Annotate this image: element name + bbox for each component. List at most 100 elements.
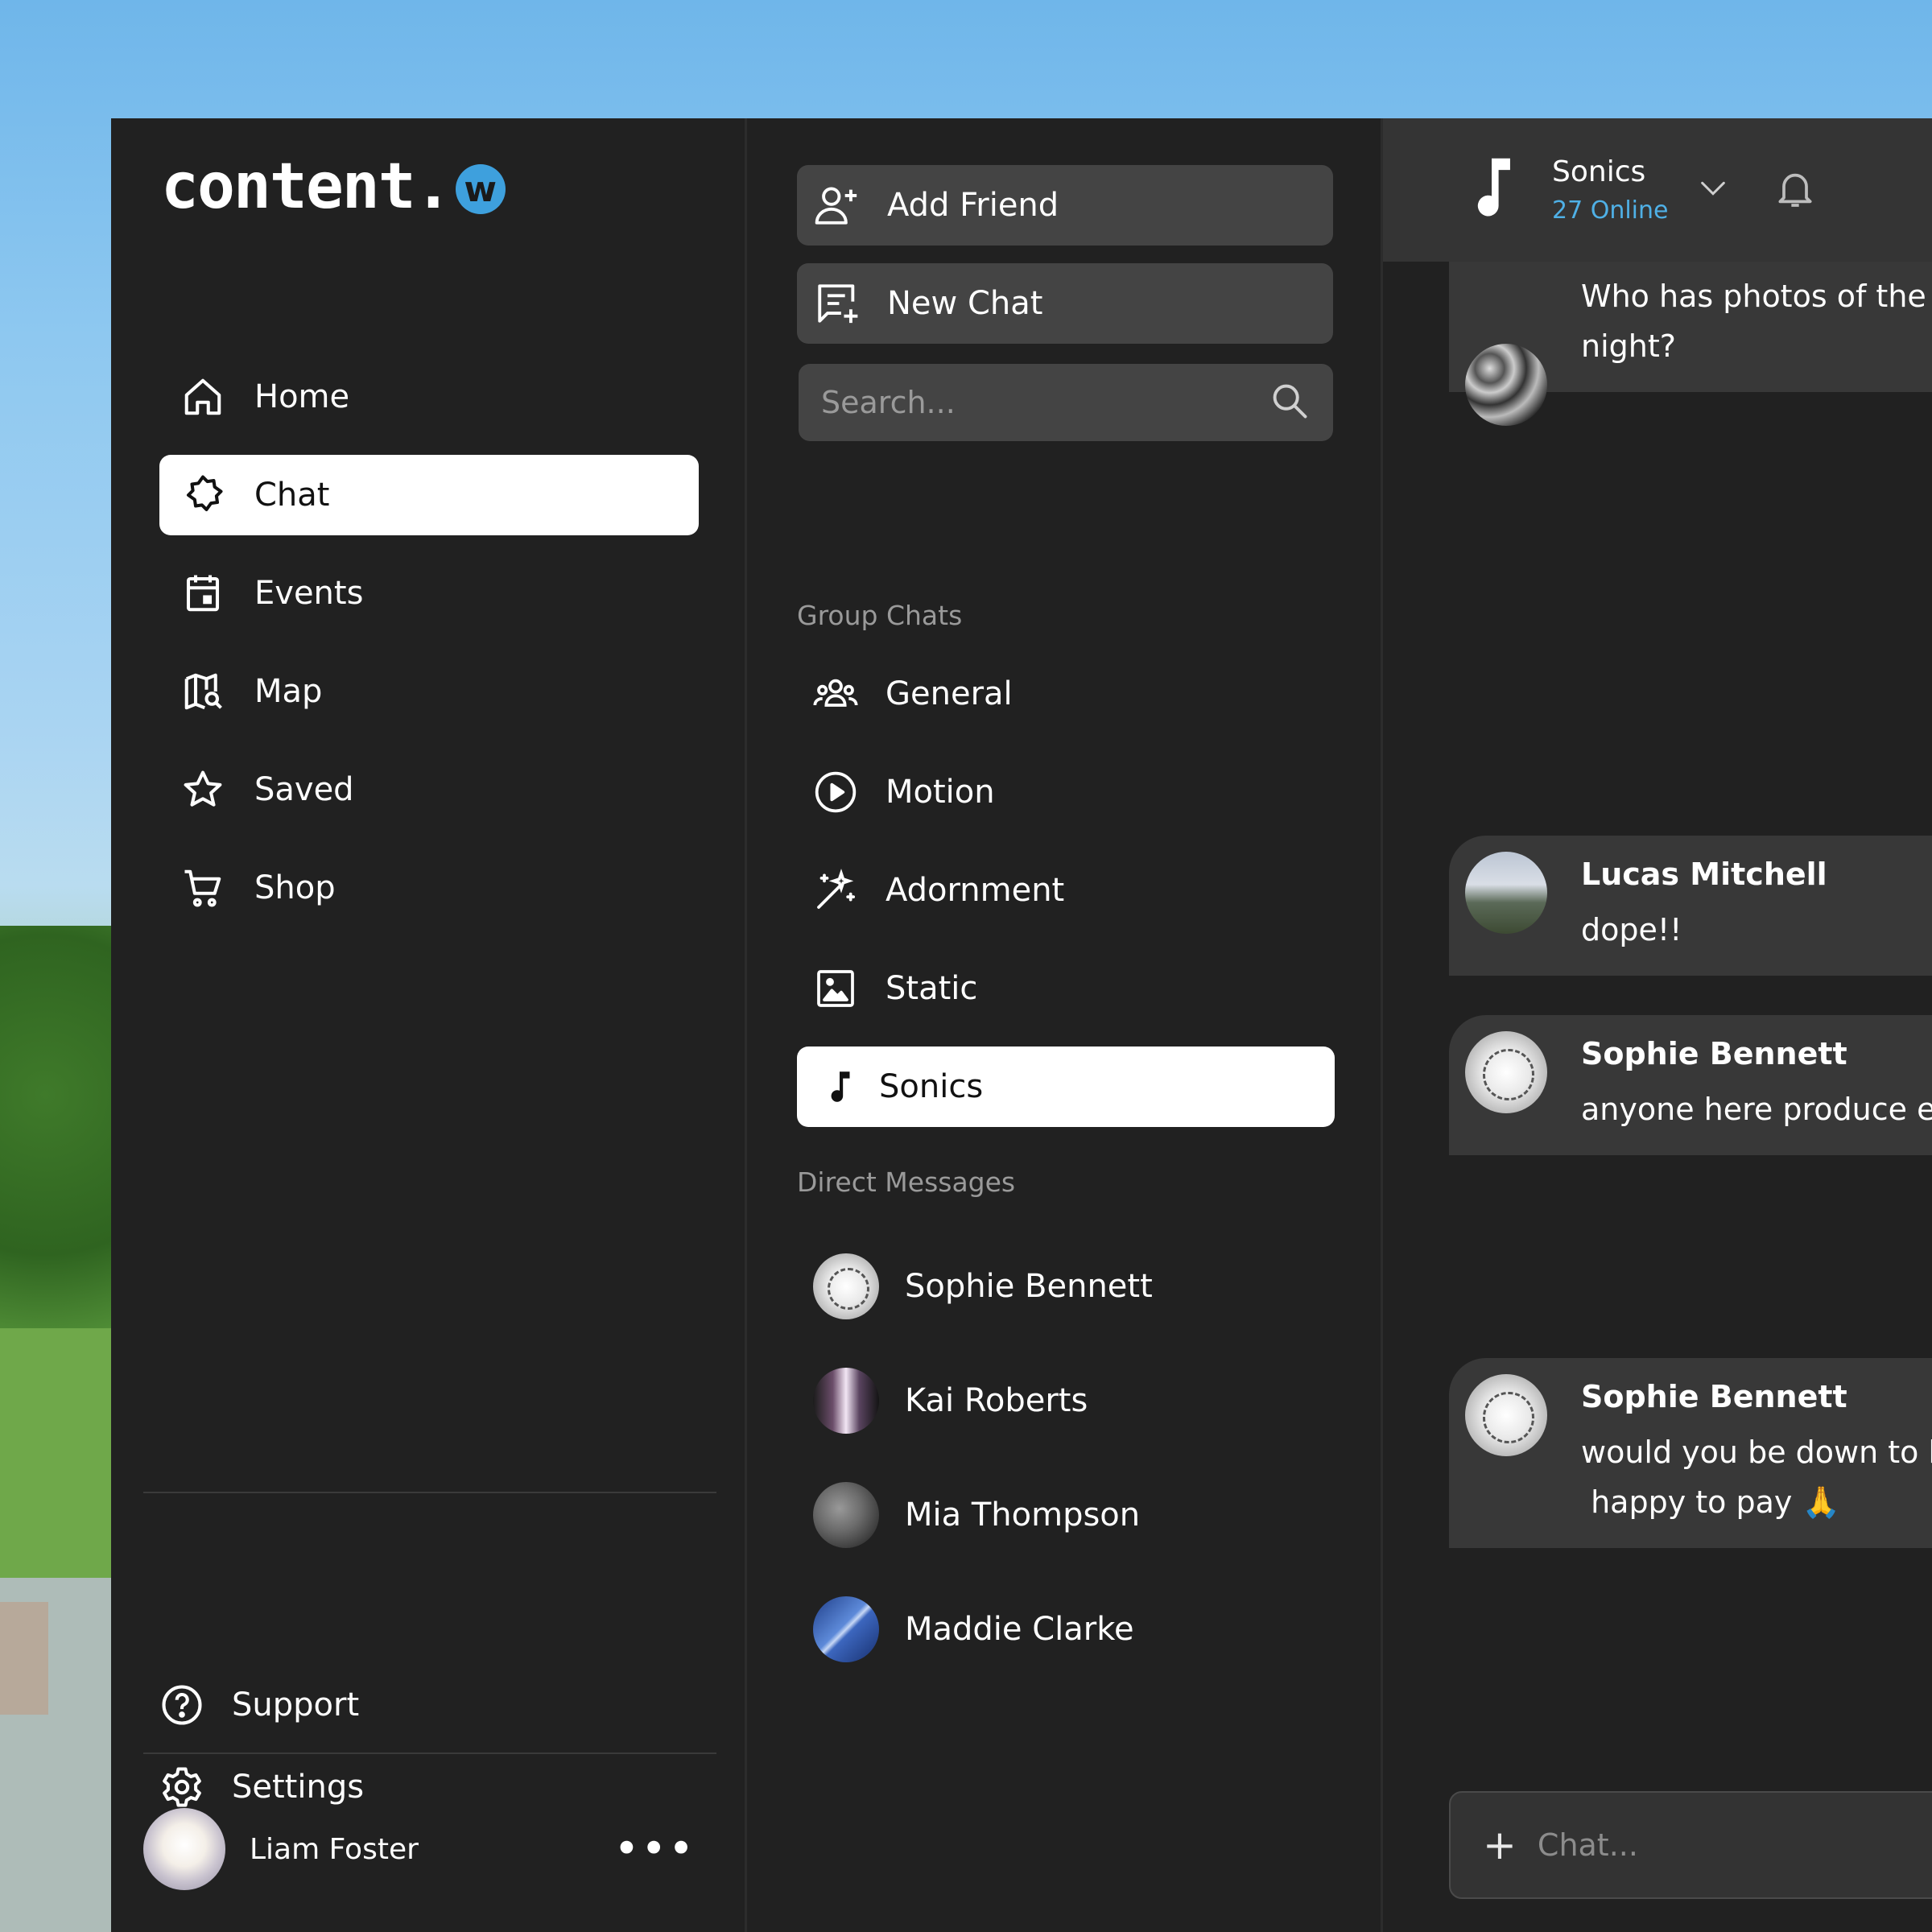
- brand-name: content.: [161, 151, 452, 223]
- search-icon[interactable]: [1269, 380, 1311, 425]
- sidebar-item-saved[interactable]: Saved: [159, 749, 699, 830]
- help-circle-icon: [159, 1682, 204, 1728]
- chat-panel: Who has photos of the h night? Sonics 27…: [1383, 118, 1932, 1932]
- dm-item-sophie-bennett[interactable]: Sophie Bennett: [797, 1229, 1335, 1344]
- chevron-down-icon[interactable]: [1697, 172, 1729, 208]
- bell-icon[interactable]: [1773, 164, 1818, 216]
- group-chat-general[interactable]: General: [797, 654, 1335, 734]
- search-input[interactable]: [821, 385, 1269, 420]
- sidebar-item-events[interactable]: Events: [159, 553, 699, 634]
- avatar: [813, 1596, 879, 1662]
- brand-logo[interactable]: content. w: [161, 151, 506, 223]
- group-chats-heading: Group Chats: [797, 600, 963, 631]
- music-note-icon: [819, 1063, 860, 1111]
- chat-header: Sonics 27 Online: [1383, 118, 1932, 262]
- sidebar-item-label: Shop: [254, 869, 336, 906]
- main-nav: Home Chat Events Map Saved Shop: [159, 357, 699, 946]
- chat-input[interactable]: [1537, 1827, 1932, 1863]
- sidebar-item-map[interactable]: Map: [159, 651, 699, 732]
- dm-name: Kai Roberts: [905, 1382, 1088, 1419]
- group-chat-static[interactable]: Static: [797, 948, 1335, 1029]
- sidebar-divider: [143, 1492, 716, 1493]
- direct-messages-heading: Direct Messages: [797, 1166, 1016, 1198]
- sidebar-item-shop[interactable]: Shop: [159, 848, 699, 928]
- dm-item-kai-roberts[interactable]: Kai Roberts: [797, 1344, 1335, 1458]
- new-chat-button[interactable]: New Chat: [797, 263, 1333, 344]
- group-chat-label: Motion: [886, 774, 995, 811]
- dm-item-maddie-clarke[interactable]: Maddie Clarke: [797, 1572, 1335, 1686]
- add-friend-button[interactable]: Add Friend: [797, 165, 1333, 246]
- brand-badge: w: [455, 164, 506, 214]
- group-chat-sonics[interactable]: Sonics: [797, 1046, 1335, 1127]
- magic-wand-icon: [811, 866, 860, 914]
- chat-message: Sophie Bennett anyone here produce ele: [1449, 1015, 1932, 1155]
- avatar[interactable]: [1465, 344, 1547, 426]
- sidebar-divider: [143, 1752, 716, 1754]
- avatar[interactable]: [1465, 1374, 1547, 1456]
- group-icon: [811, 670, 860, 718]
- message-text: dope!!: [1581, 912, 1682, 947]
- group-chat-label: Static: [886, 970, 978, 1007]
- sidebar-item-label: Home: [254, 378, 350, 415]
- direct-message-list: Sophie Bennett Kai Roberts Mia Thompson …: [797, 1229, 1335, 1686]
- search-bar: [799, 364, 1333, 441]
- gear-icon: [159, 1765, 204, 1810]
- image-icon: [811, 964, 860, 1013]
- more-options-icon[interactable]: •••: [613, 1827, 716, 1871]
- avatar[interactable]: [1465, 1031, 1547, 1113]
- sidebar-item-label: Support: [232, 1686, 360, 1724]
- group-chat-label: Adornment: [886, 872, 1065, 909]
- sidebar: content. w Home Chat Events Map Saved Sh…: [111, 118, 747, 1932]
- avatar: [813, 1253, 879, 1319]
- group-chat-motion[interactable]: Motion: [797, 752, 1335, 832]
- cart-icon: [179, 864, 227, 912]
- chat-message: Sophie Bennett would you be down to he h…: [1449, 1358, 1932, 1548]
- channel-info: Sonics 27 Online: [1552, 155, 1668, 225]
- chat-list-panel: Add Friend New Chat Group Chats General: [747, 118, 1383, 1932]
- avatar: [813, 1482, 879, 1548]
- home-icon: [179, 373, 227, 421]
- sidebar-item-chat[interactable]: Chat: [159, 455, 699, 535]
- sidebar-item-label: Events: [254, 575, 364, 612]
- group-chat-label: Sonics: [879, 1068, 984, 1105]
- online-count: 27 Online: [1552, 196, 1669, 225]
- group-chat-adornment[interactable]: Adornment: [797, 850, 1335, 931]
- dm-item-mia-thompson[interactable]: Mia Thompson: [797, 1458, 1335, 1572]
- sidebar-item-home[interactable]: Home: [159, 357, 699, 437]
- avatar[interactable]: [1465, 852, 1547, 934]
- star-icon: [179, 766, 227, 814]
- add-friend-label: Add Friend: [887, 187, 1059, 224]
- message-author: Sophie Bennett: [1581, 1379, 1847, 1414]
- message-text: anyone here produce ele: [1581, 1092, 1932, 1127]
- new-chat-label: New Chat: [887, 285, 1043, 322]
- group-chat-list: General Motion Adornment Static Sonics: [797, 654, 1335, 1145]
- chat-message: Lucas Mitchell dope!!: [1449, 836, 1932, 976]
- message-author: Sophie Bennett: [1581, 1036, 1847, 1071]
- sidebar-item-support[interactable]: Support: [159, 1672, 364, 1738]
- map-icon: [179, 667, 227, 716]
- dm-name: Sophie Bennett: [905, 1268, 1153, 1305]
- message-text: Who has photos of the h night?: [1581, 279, 1926, 364]
- sidebar-item-label: Chat: [254, 477, 330, 514]
- calendar-icon: [179, 569, 227, 617]
- new-chat-icon: [813, 279, 861, 328]
- background-post: [0, 1602, 48, 1715]
- play-circle-icon: [811, 768, 860, 816]
- message-author: Lucas Mitchell: [1581, 857, 1827, 892]
- sidebar-item-label: Saved: [254, 771, 354, 808]
- avatar[interactable]: [143, 1808, 225, 1890]
- message-text: would you be down to he happy to pay 🙏: [1581, 1435, 1932, 1520]
- sidebar-item-label: Map: [254, 673, 323, 710]
- dm-name: Maddie Clarke: [905, 1611, 1134, 1648]
- add-attachment-icon[interactable]: +: [1483, 1825, 1517, 1865]
- current-user[interactable]: Liam Foster •••: [143, 1805, 716, 1893]
- dm-name: Mia Thompson: [905, 1496, 1141, 1534]
- user-name: Liam Foster: [250, 1832, 419, 1866]
- app-window: content. w Home Chat Events Map Saved Sh…: [111, 118, 1932, 1932]
- background-lawn: [0, 1328, 113, 1586]
- music-note-icon: [1463, 154, 1520, 226]
- user-plus-icon: [813, 181, 861, 229]
- group-chat-label: General: [886, 675, 1013, 712]
- sidebar-item-label: Settings: [232, 1769, 365, 1806]
- channel-title: Sonics: [1552, 155, 1646, 188]
